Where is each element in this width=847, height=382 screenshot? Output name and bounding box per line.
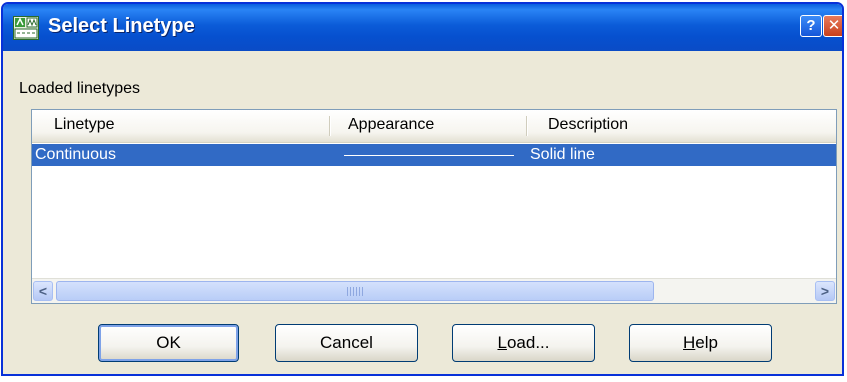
cancel-button[interactable]: Cancel — [275, 324, 418, 362]
help-button[interactable]: Help — [629, 324, 772, 362]
column-header-linetype[interactable]: Linetype — [54, 116, 115, 134]
scrollbar-grip-icon — [347, 287, 365, 296]
column-header-description[interactable]: Description — [548, 116, 628, 134]
column-divider[interactable] — [329, 116, 330, 136]
linetype-app-icon — [13, 16, 39, 40]
list-row-continuous[interactable]: Continuous Solid line — [32, 144, 836, 166]
scrollbar-thumb[interactable] — [56, 281, 654, 301]
column-header-appearance[interactable]: Appearance — [348, 116, 434, 134]
loaded-linetypes-label: Loaded linetypes — [19, 80, 140, 98]
title-bar[interactable]: Select Linetype ? ✕ — [3, 4, 842, 51]
select-linetype-dialog: Select Linetype ? ✕ Loaded linetypes Lin… — [1, 2, 844, 376]
horizontal-scrollbar[interactable]: < > — [32, 278, 836, 303]
solid-line-appearance — [344, 155, 514, 156]
help-title-button[interactable]: ? — [800, 15, 822, 37]
load-label-rest: oad... — [506, 333, 550, 352]
load-button[interactable]: Load... — [452, 324, 595, 362]
help-label-rest: elp — [695, 333, 718, 352]
scroll-left-icon[interactable]: < — [33, 281, 53, 301]
close-button[interactable]: ✕ — [823, 15, 842, 37]
load-mnemonic: L — [497, 333, 507, 352]
loaded-linetypes-label-text: Loaded linetypes — [19, 80, 140, 97]
list-header: Linetype Appearance Description — [32, 110, 836, 143]
linetype-cell: Continuous — [35, 146, 116, 163]
ok-button[interactable]: OK — [98, 324, 239, 362]
linetype-list[interactable]: Linetype Appearance Description Continuo… — [31, 109, 837, 304]
scroll-right-icon[interactable]: > — [815, 281, 835, 301]
window-title: Select Linetype — [48, 15, 195, 37]
description-cell: Solid line — [530, 146, 595, 163]
help-mnemonic: H — [683, 333, 696, 352]
column-divider[interactable] — [526, 116, 527, 136]
